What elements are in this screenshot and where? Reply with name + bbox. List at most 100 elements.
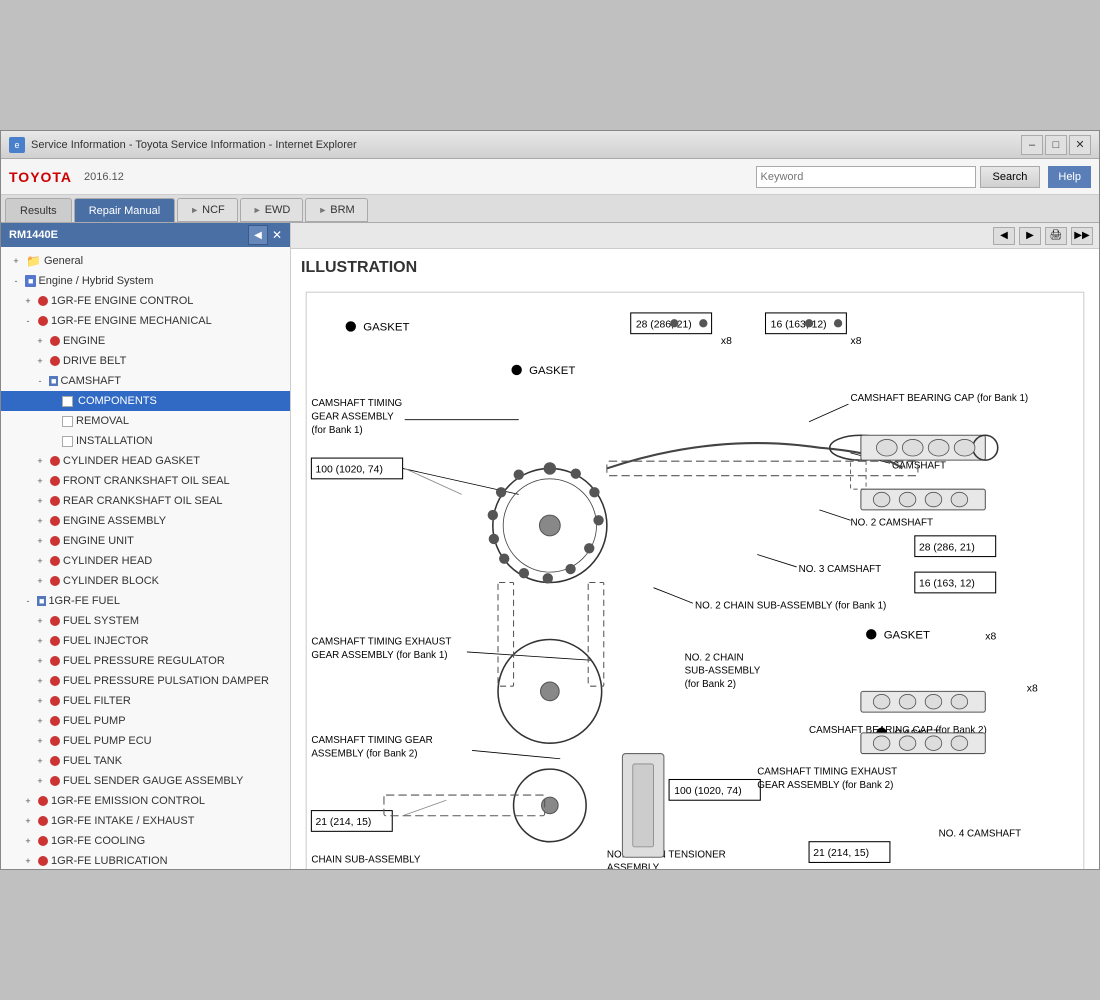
expand-1gr-intake-icon[interactable]: + [21, 814, 35, 828]
expand-1gr-lubrication-icon[interactable]: + [21, 854, 35, 868]
expand-fuel-tank-icon[interactable]: + [33, 754, 47, 768]
expand-1gr-mech-icon[interactable]: - [21, 314, 35, 328]
sidebar-item-cyl-head-gasket[interactable]: + CYLINDER HEAD GASKET [1, 451, 290, 471]
expand-fuel-pressure-reg-icon[interactable]: + [33, 654, 47, 668]
svg-text:NO. 4 CAMSHAFT: NO. 4 CAMSHAFT [939, 829, 1021, 840]
expand-front-crank-icon[interactable]: + [33, 474, 47, 488]
sidebar-label-fuel-tank: FUEL TANK [63, 755, 122, 767]
sidebar-item-engine-assembly[interactable]: + ENGINE ASSEMBLY [1, 511, 290, 531]
sidebar-nav-back[interactable]: ◀ [248, 225, 268, 245]
sidebar-item-fuel-injector[interactable]: + FUEL INJECTOR [1, 631, 290, 651]
expand-fuel-sender-icon[interactable]: + [33, 774, 47, 788]
sidebar-item-1gr-lubrication[interactable]: + 1GR-FE LUBRICATION [1, 851, 290, 869]
expand-1gr-control-icon[interactable]: + [21, 294, 35, 308]
expand-fuel-pressure-puls-icon[interactable]: + [33, 674, 47, 688]
expand-fuel-pump-icon[interactable]: + [33, 714, 47, 728]
content-export[interactable]: ▶▶ [1071, 227, 1093, 245]
content-nav-next[interactable]: ▶ [1019, 227, 1041, 245]
sidebar-label-cylinder-head: CYLINDER HEAD [63, 555, 152, 567]
sidebar-item-fuel-pump-ecu[interactable]: + FUEL PUMP ECU [1, 731, 290, 751]
sidebar-item-drive-belt[interactable]: + DRIVE BELT [1, 351, 290, 371]
expand-fuel-filter-icon[interactable]: + [33, 694, 47, 708]
sidebar-item-general[interactable]: + 📁 General [1, 251, 290, 271]
sidebar-label-fuel-sender: FUEL SENDER GAUGE ASSEMBLY [63, 775, 243, 787]
svg-text:21 (214, 15): 21 (214, 15) [813, 848, 869, 859]
sidebar-label-fuel-filter: FUEL FILTER [63, 695, 131, 707]
sidebar-item-1gr-cooling[interactable]: + 1GR-FE COOLING [1, 831, 290, 851]
tab-ewd[interactable]: ► EWD [240, 198, 304, 222]
sidebar-item-front-crank[interactable]: + FRONT CRANKSHAFT OIL SEAL [1, 471, 290, 491]
sidebar-item-engine-unit[interactable]: + ENGINE UNIT [1, 531, 290, 551]
sidebar-item-fuel-system[interactable]: + FUEL SYSTEM [1, 611, 290, 631]
expand-fuel-pump-ecu-icon[interactable]: + [33, 734, 47, 748]
expand-camshaft-icon[interactable]: - [33, 374, 47, 388]
expand-1gr-fuel-icon[interactable]: - [21, 594, 35, 608]
tab-repair-manual[interactable]: Repair Manual [74, 198, 176, 222]
sidebar-item-rear-crank[interactable]: + REAR CRANKSHAFT OIL SEAL [1, 491, 290, 511]
repair-manual-tab-label: Repair Manual [89, 205, 161, 217]
ncf-tab-label: NCF [202, 204, 225, 216]
sidebar: RM1440E ◀ ✕ + 📁 General [1, 223, 291, 869]
content-print[interactable]: 🖨 [1045, 227, 1067, 245]
content-nav-prev[interactable]: ◀ [993, 227, 1015, 245]
tabs-row: Results Repair Manual ► NCF ► EWD ► BRM [1, 195, 1099, 223]
sidebar-close-button[interactable]: ✕ [272, 225, 282, 245]
help-button[interactable]: Help [1048, 166, 1091, 188]
expand-drive-belt-icon[interactable]: + [33, 354, 47, 368]
sidebar-item-engine-hybrid[interactable]: - ■ Engine / Hybrid System [1, 271, 290, 291]
expand-cylinder-head-icon[interactable]: + [33, 554, 47, 568]
sidebar-item-fuel-pump[interactable]: + FUEL PUMP [1, 711, 290, 731]
sidebar-item-fuel-filter[interactable]: + FUEL FILTER [1, 691, 290, 711]
red-dot-1gr-cooling-icon [38, 836, 48, 846]
sidebar-item-cylinder-head[interactable]: + CYLINDER HEAD [1, 551, 290, 571]
sidebar-item-1gr-emission[interactable]: + 1GR-FE EMISSION CONTROL [1, 791, 290, 811]
sidebar-item-components[interactable]: COMPONENTS [1, 391, 290, 411]
expand-1gr-cooling-icon[interactable]: + [21, 834, 35, 848]
sidebar-item-1gr-intake[interactable]: + 1GR-FE INTAKE / EXHAUST [1, 811, 290, 831]
sidebar-item-1gr-mech[interactable]: - 1GR-FE ENGINE MECHANICAL [1, 311, 290, 331]
sidebar-item-1gr-fuel[interactable]: - ■ 1GR-FE FUEL [1, 591, 290, 611]
tab-brm[interactable]: ► BRM [305, 198, 367, 222]
tab-results[interactable]: Results [5, 198, 72, 222]
expand-engine-icon[interactable]: + [33, 334, 47, 348]
search-input[interactable] [756, 166, 976, 188]
expand-rear-crank-icon[interactable]: + [33, 494, 47, 508]
expand-cyl-head-gasket-icon[interactable]: + [33, 454, 47, 468]
red-dot-fuel-pump-ecu-icon [50, 736, 60, 746]
svg-text:NO. 2 CHAIN: NO. 2 CHAIN [685, 652, 744, 663]
sidebar-item-fuel-pressure-puls[interactable]: + FUEL PRESSURE PULSATION DAMPER [1, 671, 290, 691]
sidebar-item-1gr-control[interactable]: + 1GR-FE ENGINE CONTROL [1, 291, 290, 311]
expand-engine-assembly-icon[interactable]: + [33, 514, 47, 528]
sidebar-item-cylinder-block[interactable]: + CYLINDER BLOCK [1, 571, 290, 591]
sidebar-item-fuel-sender[interactable]: + FUEL SENDER GAUGE ASSEMBLY [1, 771, 290, 791]
search-button[interactable]: Search [980, 166, 1041, 188]
tab-ncf[interactable]: ► NCF [177, 198, 238, 222]
title-bar: e Service Information - Toyota Service I… [1, 131, 1099, 159]
sidebar-item-fuel-pressure-reg[interactable]: + FUEL PRESSURE REGULATOR [1, 651, 290, 671]
svg-text:GASKET: GASKET [884, 629, 930, 641]
expand-cylinder-block-icon[interactable]: + [33, 574, 47, 588]
svg-text:GEAR ASSEMBLY (for Bank 1): GEAR ASSEMBLY (for Bank 1) [311, 650, 447, 661]
content-title: ILLUSTRATION [301, 259, 1089, 277]
expand-engine-unit-icon[interactable]: + [33, 534, 47, 548]
expand-removal-icon[interactable] [45, 414, 59, 428]
expand-general-icon[interactable]: + [9, 254, 23, 268]
red-dot-cylinder-block-icon [50, 576, 60, 586]
expand-components-icon[interactable] [45, 394, 59, 408]
sidebar-scroll[interactable]: + 📁 General - ■ Engine / Hybrid System [1, 247, 290, 869]
sidebar-item-installation[interactable]: INSTALLATION [1, 431, 290, 451]
expand-1gr-emission-icon[interactable]: + [21, 794, 35, 808]
sidebar-item-removal[interactable]: REMOVAL [1, 411, 290, 431]
sidebar-item-fuel-tank[interactable]: + FUEL TANK [1, 751, 290, 771]
red-dot-cyl-head-gasket-icon [50, 456, 60, 466]
content-scroll[interactable]: ILLUSTRATION GASKET GASKET [291, 249, 1099, 869]
expand-fuel-system-icon[interactable]: + [33, 614, 47, 628]
expand-fuel-injector-icon[interactable]: + [33, 634, 47, 648]
sidebar-item-camshaft[interactable]: - ■ CAMSHAFT [1, 371, 290, 391]
minimize-button[interactable]: – [1021, 135, 1043, 155]
maximize-button[interactable]: □ [1045, 135, 1067, 155]
sidebar-item-engine[interactable]: + ENGINE [1, 331, 290, 351]
close-button[interactable]: ✕ [1069, 135, 1091, 155]
expand-installation-icon[interactable] [45, 434, 59, 448]
expand-engine-hybrid-icon[interactable]: - [9, 274, 23, 288]
